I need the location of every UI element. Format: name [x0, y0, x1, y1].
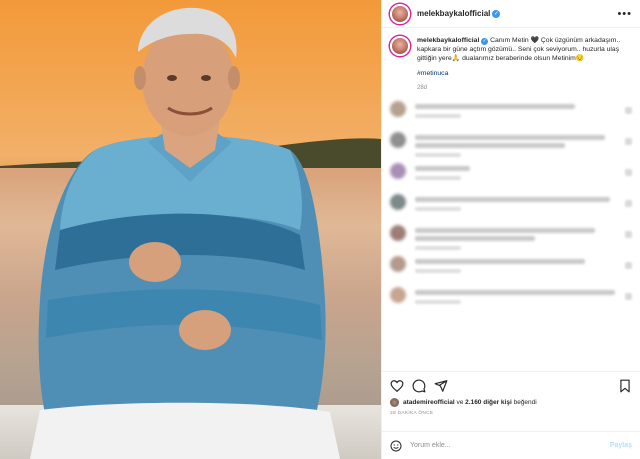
comment-body [415, 225, 619, 250]
list-item [390, 225, 632, 256]
comment-icon[interactable] [412, 379, 426, 393]
comments-list [390, 101, 632, 318]
add-comment-bar: Yorum ekle... Paylaş [382, 431, 640, 459]
comment-avatar[interactable] [390, 225, 406, 241]
caption-avatar[interactable] [390, 36, 410, 56]
list-item [390, 256, 632, 287]
heart-icon[interactable] [390, 379, 404, 393]
post-actions: atademireofficial ve 2.160 diğer kişi be… [382, 371, 640, 431]
comment-like-icon[interactable] [625, 107, 632, 114]
username[interactable]: melekbaykalofficial [417, 9, 490, 18]
likes-suffix: beğendi [511, 399, 537, 406]
caption: melekbaykalofficial ✓ Canım Metin 🖤 Çok … [390, 36, 632, 93]
comments-scroll[interactable]: melekbaykalofficial ✓ Canım Metin 🖤 Çok … [382, 28, 640, 371]
post-sidebar: melekbaykalofficial ✓ ••• melekbaykaloff… [381, 0, 640, 459]
list-item [390, 101, 632, 132]
comment-like-icon[interactable] [625, 293, 632, 300]
likes-summary: atademireofficial ve 2.160 diğer kişi be… [390, 398, 632, 407]
comment-avatar[interactable] [390, 101, 406, 117]
action-icons [390, 378, 632, 394]
post-header: melekbaykalofficial ✓ ••• [382, 0, 640, 28]
list-item [390, 163, 632, 194]
liker-username[interactable]: atademireofficial [403, 399, 455, 406]
comment-body [415, 101, 619, 118]
avatar[interactable] [390, 3, 410, 24]
caption-age: 28d [417, 85, 428, 91]
post-photo[interactable] [0, 0, 381, 459]
more-icon[interactable]: ••• [617, 8, 632, 20]
comment-avatar[interactable] [390, 194, 406, 210]
liker-avatar[interactable] [390, 398, 399, 407]
comment-avatar[interactable] [390, 132, 406, 148]
instagram-post-view: melekbaykalofficial ✓ ••• melekbaykaloff… [0, 0, 640, 459]
comment-avatar[interactable] [390, 287, 406, 303]
likes-joiner: ve [454, 399, 466, 406]
list-item [390, 194, 632, 225]
person-figure [30, 7, 340, 459]
post-comment-button[interactable]: Paylaş [610, 442, 632, 449]
comment-input[interactable]: Yorum ekle... [410, 442, 610, 449]
comment-body [415, 132, 619, 157]
comment-like-icon[interactable] [625, 262, 632, 269]
comment-avatar[interactable] [390, 163, 406, 179]
post-time: 28 DAKİKA ÖNCE [390, 411, 434, 416]
comment-body [415, 194, 619, 211]
comment-body [415, 287, 619, 304]
comment-like-icon[interactable] [625, 138, 632, 145]
bookmark-icon[interactable] [618, 379, 632, 393]
share-icon[interactable] [434, 379, 448, 393]
verified-badge-icon: ✓ [492, 9, 501, 18]
comment-avatar[interactable] [390, 256, 406, 272]
list-item [390, 132, 632, 163]
caption-username[interactable]: melekbaykalofficial [417, 37, 479, 44]
list-item [390, 287, 632, 318]
hashtag-link[interactable]: #metinuca [417, 69, 632, 78]
caption-body: melekbaykalofficial ✓ Canım Metin 🖤 Çok … [417, 36, 632, 93]
likes-count[interactable]: 2.160 diğer kişi [465, 399, 512, 406]
comment-body [415, 256, 619, 273]
comment-like-icon[interactable] [625, 200, 632, 207]
comment-body [415, 163, 619, 180]
emoji-icon[interactable] [390, 440, 402, 452]
comment-like-icon[interactable] [625, 169, 632, 176]
caption-verified-icon: ✓ [481, 38, 489, 45]
comment-like-icon[interactable] [625, 231, 632, 238]
